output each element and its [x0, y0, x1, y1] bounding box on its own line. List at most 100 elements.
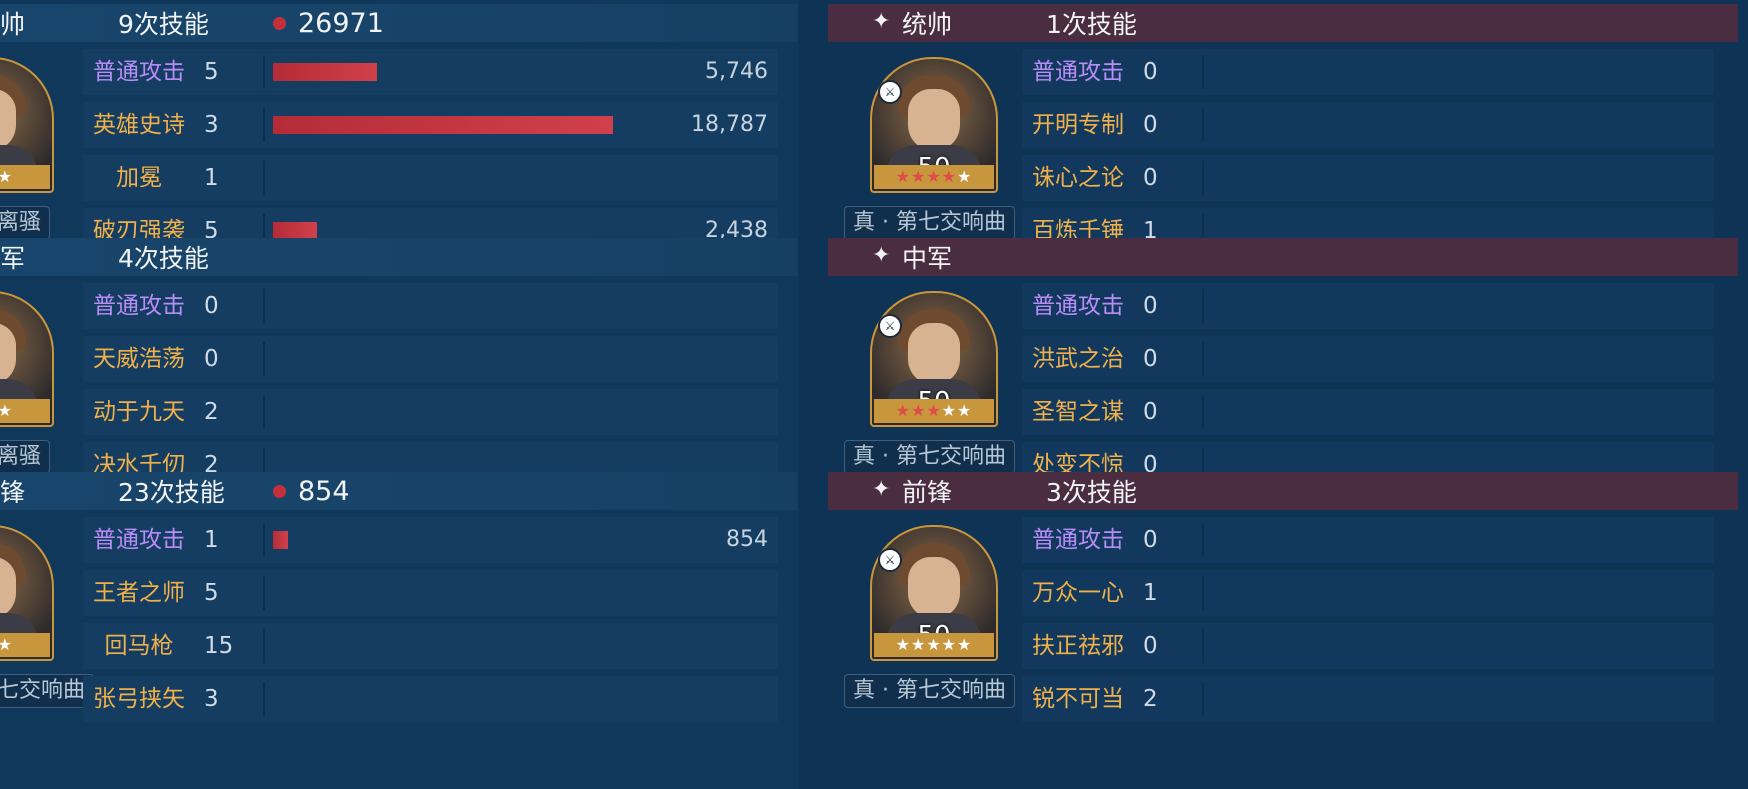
skill-name: 回马枪	[104, 633, 174, 659]
unit-header: ✦ 统帅 1次技能	[828, 4, 1738, 42]
star-icon: ★	[941, 167, 958, 186]
left-unit-block: 锋 23次技能 854 0★★★ 七交响曲 普通攻击 1 854 王者之师 5 回马枪 15 张弓挟矢 3	[0, 468, 798, 728]
hero-avatar[interactable]: 0★★★	[0, 291, 54, 427]
total-damage: 854	[298, 475, 350, 507]
row-divider	[263, 576, 265, 610]
hero-portrait[interactable]: 0★★★	[0, 57, 54, 193]
skill-count: 1次技能	[1046, 10, 1137, 39]
skill-row[interactable]: 普通攻击 0	[1022, 517, 1714, 563]
skill-name: 扶正祛邪	[1032, 633, 1124, 659]
skill-level: 0	[1143, 59, 1158, 85]
hero-avatar[interactable]: 50★★★★★	[870, 291, 998, 427]
hero-portrait[interactable]: 50★★★★★	[870, 525, 998, 661]
skill-name: 普通攻击	[93, 527, 185, 553]
unit-role: 锋	[0, 478, 26, 507]
skill-level: 5	[204, 59, 219, 85]
skill-row[interactable]: 万众一心 1	[1022, 570, 1714, 616]
row-divider	[263, 289, 265, 323]
hero-avatar[interactable]: 0★★★	[0, 525, 54, 661]
skill-row[interactable]: 诛心之论 0	[1022, 155, 1714, 201]
unit-role: 帅	[0, 10, 26, 39]
row-divider	[1202, 523, 1204, 557]
hero-avatar[interactable]: 50★★★★★	[870, 525, 998, 661]
skill-row[interactable]: 开明专制 0	[1022, 102, 1714, 148]
unit-role: 前锋	[902, 478, 953, 507]
skill-row[interactable]: 普通攻击 1 854	[83, 517, 778, 563]
skill-row[interactable]: 锐不可当 2	[1022, 676, 1714, 722]
equipment-tag[interactable]: 真 · 第七交响曲	[844, 674, 1015, 708]
equipment-tag[interactable]: 七交响曲	[0, 674, 95, 708]
left-team-panel: 帅9次技能269710★★★离骚普通攻击55,746英雄史诗318,787加冕1…	[0, 0, 798, 789]
row-divider	[1202, 342, 1204, 376]
hero-face	[908, 557, 960, 619]
skill-row[interactable]: 普通攻击 0	[1022, 283, 1714, 329]
skill-level: 3	[204, 686, 219, 712]
skill-row[interactable]: 动于九天 2	[83, 389, 778, 435]
row-divider	[1202, 576, 1204, 610]
hero-portrait[interactable]: 0★★★	[0, 525, 54, 661]
skill-row[interactable]: 英雄史诗 3 18,787	[83, 102, 778, 148]
star-rating: ★★★★★	[874, 399, 994, 423]
star-icon: ★	[910, 401, 927, 420]
star-icon: ★	[941, 401, 958, 420]
skill-level: 0	[204, 293, 219, 319]
right-unit-block: ✦统帅1次技能50★★★★★⚔真 · 第七交响曲普通攻击0开明专制0诛心之论0百…	[798, 0, 1748, 260]
skill-row[interactable]: 洪武之治 0	[1022, 336, 1714, 382]
damage-value: 854	[726, 527, 768, 552]
star-rating: ★★★★★	[874, 165, 994, 189]
skill-name: 普通攻击	[1032, 527, 1124, 553]
star-icon: ★	[910, 635, 927, 654]
star-icon: ★	[895, 635, 911, 654]
skill-name: 天威浩荡	[93, 346, 185, 372]
skill-level: 0	[204, 346, 219, 372]
star-icon: ★	[941, 635, 958, 654]
skill-row[interactable]: 加冕 1	[83, 155, 778, 201]
star-icon: ★	[926, 401, 942, 420]
skill-level: 0	[1143, 633, 1158, 659]
skill-row[interactable]: 普通攻击 0	[83, 283, 778, 329]
skill-row[interactable]: 王者之师 5	[83, 570, 778, 616]
skill-row[interactable]: 扶正祛邪 0	[1022, 623, 1714, 669]
skill-row[interactable]: 张弓挟矢 3	[83, 676, 778, 722]
hero-portrait[interactable]: 0★★★	[0, 291, 54, 427]
role-star-icon: ✦	[872, 9, 891, 34]
unit-header: ✦ 前锋 3次技能	[828, 472, 1738, 510]
row-divider	[263, 395, 265, 429]
row-divider	[1202, 629, 1204, 663]
damage-bar	[273, 63, 378, 81]
skill-row[interactable]: 圣智之谋 0	[1022, 389, 1714, 435]
unit-header: 帅 9次技能 26971	[0, 4, 798, 42]
skill-row[interactable]: 普通攻击 5 5,746	[83, 49, 778, 95]
skill-level: 0	[1143, 293, 1158, 319]
skill-list: 普通攻击 0 洪武之治 0 圣智之谋 0 处变不惊 0	[1022, 283, 1714, 495]
row-divider	[263, 342, 265, 376]
star-rating: ★★★	[0, 633, 50, 657]
skill-count: 23次技能	[118, 478, 225, 507]
skill-row[interactable]: 普通攻击 0	[1022, 49, 1714, 95]
skill-level: 15	[204, 633, 234, 659]
hero-portrait[interactable]: 50★★★★★	[870, 291, 998, 427]
skill-name: 英雄史诗	[93, 112, 185, 138]
skill-name: 王者之师	[93, 580, 185, 606]
hero-avatar[interactable]: 50★★★★★	[870, 57, 998, 193]
damage-dot-icon	[273, 485, 286, 498]
skill-level: 1	[204, 527, 219, 553]
left-unit-block: 帅9次技能269710★★★离骚普通攻击55,746英雄史诗318,787加冕1…	[0, 0, 798, 260]
skill-level: 2	[1143, 686, 1158, 712]
damage-bar	[273, 531, 289, 549]
skill-count: 4次技能	[118, 244, 209, 273]
skill-level: 1	[204, 165, 219, 191]
star-icon: ★	[926, 167, 942, 186]
hero-avatar[interactable]: 0★★★	[0, 57, 54, 193]
class-badge-icon: ⚔	[878, 80, 902, 104]
hero-portrait[interactable]: 50★★★★★	[870, 57, 998, 193]
skill-row[interactable]: 回马枪 15	[83, 623, 778, 669]
row-divider	[263, 629, 265, 663]
star-icon: ★	[0, 167, 13, 186]
role-star-icon: ✦	[872, 477, 891, 502]
damage-bar-track	[273, 116, 673, 134]
skill-row[interactable]: 天威浩荡 0	[83, 336, 778, 382]
skill-level: 0	[1143, 527, 1158, 553]
unit-header: 锋 23次技能 854	[0, 472, 798, 510]
skill-name: 洪武之治	[1032, 346, 1124, 372]
